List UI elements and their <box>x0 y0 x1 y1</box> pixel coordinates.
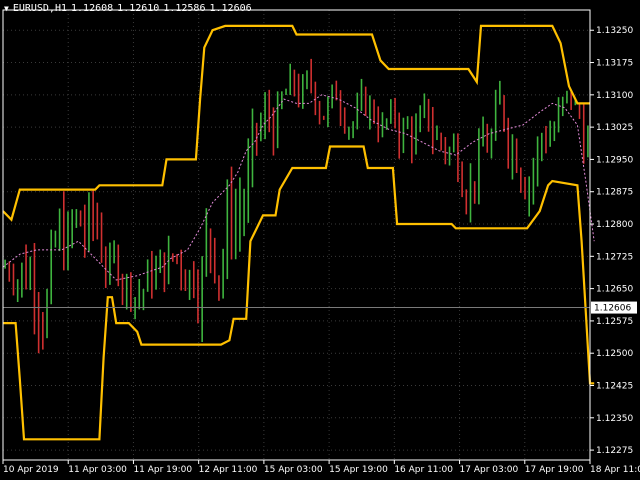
low-price: 1.12586 <box>163 3 206 14</box>
y-tick-label: 1.13100 <box>596 91 633 101</box>
chart-header: ▼ EURUSD,H1 1.12608 1.12610 1.12586 1.12… <box>4 3 252 14</box>
x-tick-label: 12 Apr 11:00 <box>199 465 258 475</box>
chart-window[interactable]: 1.13250 1.13175 1.13100 1.13025 1.12950 1.128… <box>0 0 640 480</box>
y-tick-label: 1.13175 <box>596 59 633 69</box>
x-tick-label: 17 Apr 19:00 <box>525 465 584 475</box>
high-price: 1.12610 <box>117 3 160 14</box>
axes: 1.13250 1.13175 1.13100 1.13025 1.12950 1.128… <box>2 9 640 475</box>
y-tick-label: 1.12650 <box>596 285 633 295</box>
plot-frame <box>2 9 591 461</box>
upper-channel-series <box>2 24 590 222</box>
x-tick-label: 17 Apr 03:00 <box>460 465 519 475</box>
open-price: 1.12608 <box>71 3 114 14</box>
current-price-label: 1.12606 <box>594 304 631 314</box>
x-tick-label: 15 Apr 19:00 <box>329 465 388 475</box>
y-tick-label: 1.12500 <box>596 349 633 359</box>
y-tick-label: 1.12875 <box>596 188 633 198</box>
x-tick-label: 11 Apr 03:00 <box>68 465 127 475</box>
price-chart[interactable]: 1.13250 1.13175 1.13100 1.13025 1.12950 1.128… <box>0 0 640 480</box>
x-tick-label: 10 Apr 2019 <box>3 465 59 475</box>
grid <box>2 10 591 460</box>
y-tick-label: 1.13250 <box>596 26 633 36</box>
y-tick-label: 1.12950 <box>596 155 633 165</box>
y-tick-label: 1.12575 <box>596 317 633 327</box>
x-tick-label: 18 Apr 11:00 <box>590 465 640 475</box>
close-price: 1.12606 <box>209 3 252 14</box>
x-tick-label: 16 Apr 11:00 <box>394 465 453 475</box>
y-tick-label: 1.12350 <box>596 414 633 424</box>
x-tick-label: 15 Apr 03:00 <box>264 465 323 475</box>
y-tick-label: 1.12425 <box>596 382 633 392</box>
y-tick-label: 1.12275 <box>596 446 633 456</box>
triangle-down-icon[interactable]: ▼ <box>4 4 9 13</box>
symbol-label: EURUSD,H1 <box>12 3 68 14</box>
y-tick-label: 1.12800 <box>596 220 633 230</box>
y-tick-label: 1.12725 <box>596 252 633 262</box>
y-tick-label: 1.13025 <box>596 123 633 133</box>
x-tick-label: 11 Apr 19:00 <box>133 465 192 475</box>
midline-series <box>2 94 595 281</box>
